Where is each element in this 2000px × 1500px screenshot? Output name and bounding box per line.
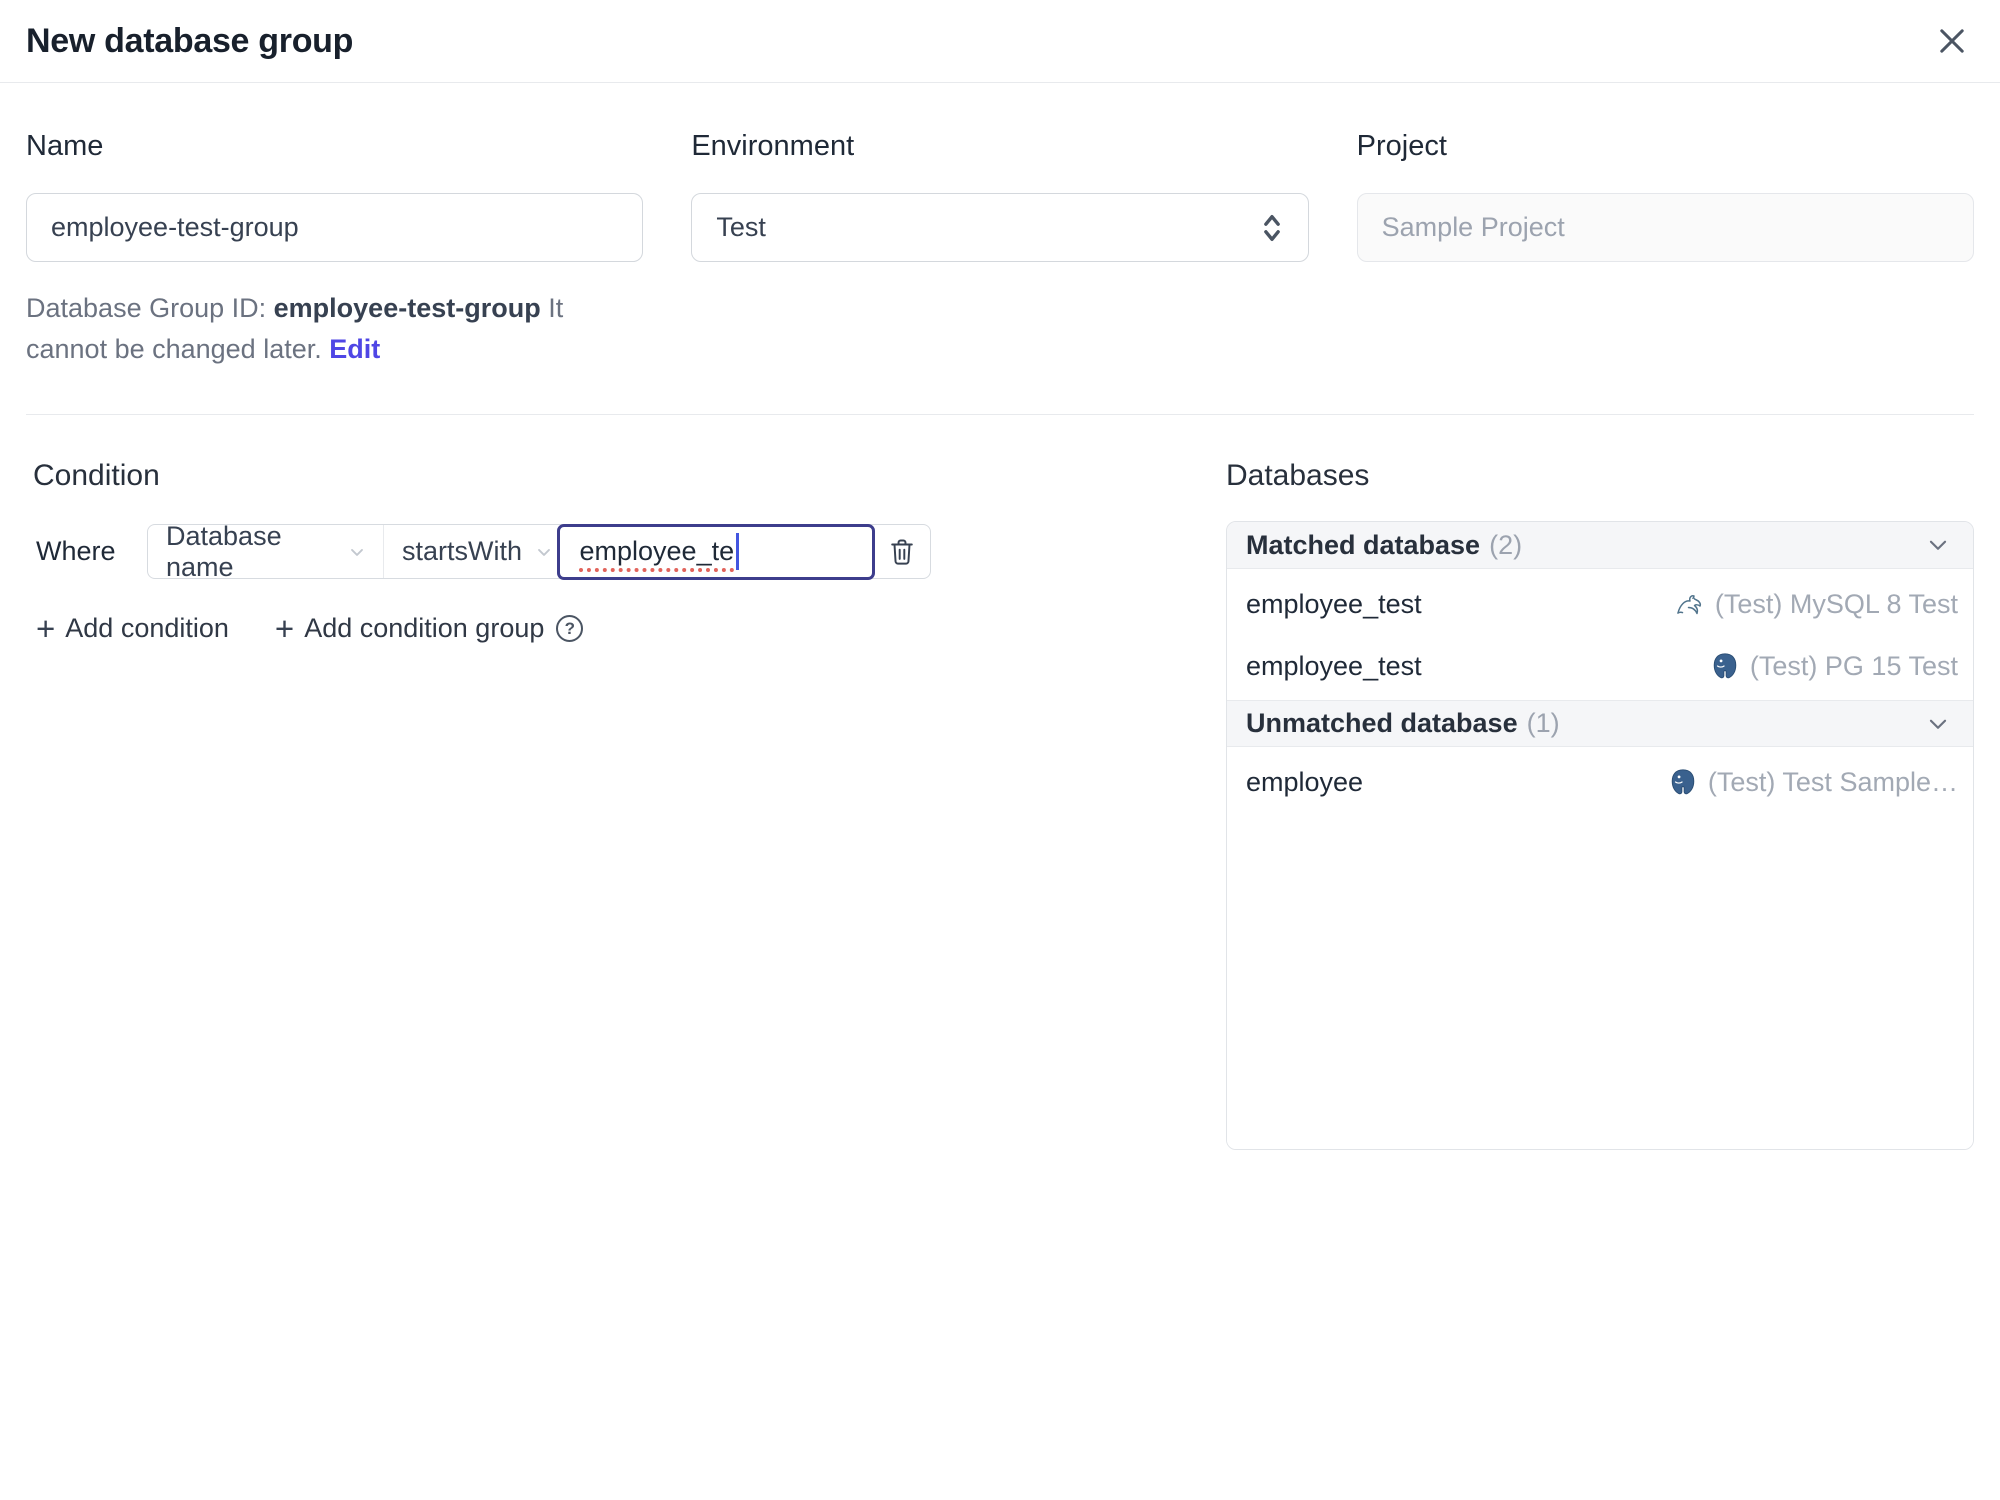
unmatched-database-rows: employee (Test) Test Sample… xyxy=(1227,747,1973,816)
condition-field-value: Database name xyxy=(166,520,282,582)
environment-label: Environment xyxy=(691,130,855,162)
plus-icon: + xyxy=(274,610,295,647)
project-field-group: Project xyxy=(1356,128,1974,370)
panel-empty-area xyxy=(1227,816,1973,1149)
unmatched-database-label: Unmatched database xyxy=(1246,708,1518,738)
name-input[interactable] xyxy=(26,193,644,262)
section-divider xyxy=(26,414,1974,415)
condition-heading: Condition xyxy=(33,459,160,492)
add-condition-button[interactable]: + Add condition xyxy=(36,612,229,645)
add-condition-group-button[interactable]: + Add condition group xyxy=(275,612,544,645)
name-label: Name xyxy=(26,130,104,162)
close-button[interactable] xyxy=(1932,21,1972,61)
name-field-group: Name Database Group ID: employee-test-gr… xyxy=(26,128,644,370)
database-row: employee (Test) Test Sample… xyxy=(1227,751,1973,813)
unmatched-database-title: Unmatched database (1) xyxy=(1246,708,1560,739)
database-instance: (Test) PG 15 Test xyxy=(1710,650,1958,682)
chevron-down-icon xyxy=(347,542,367,562)
add-condition-group-label: Add condition group xyxy=(304,613,545,643)
environment-field-group: Environment Test xyxy=(691,128,1309,370)
database-instance-label: (Test) Test Sample… xyxy=(1707,766,1958,797)
chevron-down-icon[interactable] xyxy=(1925,711,1951,737)
text-cursor xyxy=(736,533,740,570)
form-grid: Name Database Group ID: employee-test-gr… xyxy=(26,128,1974,370)
postgresql-icon xyxy=(1710,650,1740,682)
database-instance: (Test) MySQL 8 Test xyxy=(1673,587,1958,621)
matched-database-header[interactable]: Matched database (2) xyxy=(1227,522,1973,569)
environment-select[interactable]: Test xyxy=(691,193,1309,262)
database-name: employee_test xyxy=(1246,650,1422,681)
add-condition-label: Add condition xyxy=(65,613,229,643)
new-database-group-dialog: New database group Name Database Group I… xyxy=(0,0,2000,1500)
environment-value: Test xyxy=(716,212,766,242)
database-instance-label: (Test) PG 15 Test xyxy=(1749,650,1958,681)
condition-expression-group: Database name startsWith employee_te xyxy=(147,521,931,582)
project-input xyxy=(1356,193,1974,262)
edit-group-id-link[interactable]: Edit xyxy=(329,334,380,364)
matched-database-title: Matched database (2) xyxy=(1246,530,1522,561)
chevron-down-icon xyxy=(534,542,554,562)
condition-actions: + Add condition + Add condition group ? xyxy=(36,612,1226,645)
databases-panel: Matched database (2) employee_test (Test… xyxy=(1226,521,1974,1150)
group-id-value: employee-test-group xyxy=(273,293,541,323)
unmatched-database-header[interactable]: Unmatched database (1) xyxy=(1227,700,1973,747)
matched-database-label: Matched database xyxy=(1246,529,1481,560)
condition-operator-value: startsWith xyxy=(402,536,523,566)
close-icon xyxy=(1934,23,1970,59)
mysql-icon xyxy=(1673,587,1705,621)
delete-condition-button[interactable] xyxy=(875,525,930,578)
databases-heading: Databases xyxy=(1226,459,1370,492)
condition-value-text: employee_te xyxy=(579,536,735,566)
condition-field-select[interactable]: Database name xyxy=(148,521,384,582)
database-name: employee_test xyxy=(1246,588,1422,619)
database-instance-label: (Test) MySQL 8 Test xyxy=(1714,588,1958,619)
database-row: employee_test (Test) MySQL 8 Test xyxy=(1227,573,1973,635)
database-name: employee xyxy=(1246,766,1364,797)
condition-section: Condition Where Database name startsWith xyxy=(26,457,1226,645)
plus-icon: + xyxy=(36,610,56,647)
database-row: employee_test (Test) PG 15 Test xyxy=(1227,635,1973,697)
help-icon[interactable]: ? xyxy=(556,615,584,642)
where-label: Where xyxy=(36,536,116,566)
dialog-header: New database group xyxy=(0,0,2000,83)
project-label: Project xyxy=(1356,130,1447,162)
matched-database-rows: employee_test (Test) MySQL 8 Test employ… xyxy=(1227,569,1973,700)
database-instance: (Test) Test Sample… xyxy=(1668,766,1958,798)
select-stepper-icon xyxy=(1260,211,1284,245)
databases-section: Databases Matched database (2) employee_t… xyxy=(1226,457,1974,1150)
page-title: New database group xyxy=(26,21,354,60)
unmatched-database-count: (1) xyxy=(1526,708,1560,738)
postgresql-icon xyxy=(1668,766,1698,798)
condition-row: Where Database name startsWith employee_… xyxy=(36,521,1226,582)
group-id-hint: Database Group ID: employee-test-group I… xyxy=(26,288,643,370)
help-glyph: ? xyxy=(564,618,576,638)
matched-database-count: (2) xyxy=(1489,529,1523,560)
trash-icon xyxy=(888,537,916,567)
condition-operator-select[interactable]: startsWith xyxy=(384,525,558,578)
condition-value-input[interactable]: employee_te xyxy=(556,523,875,580)
group-id-prefix: Database Group ID: xyxy=(26,293,267,323)
chevron-down-icon[interactable] xyxy=(1925,532,1951,558)
